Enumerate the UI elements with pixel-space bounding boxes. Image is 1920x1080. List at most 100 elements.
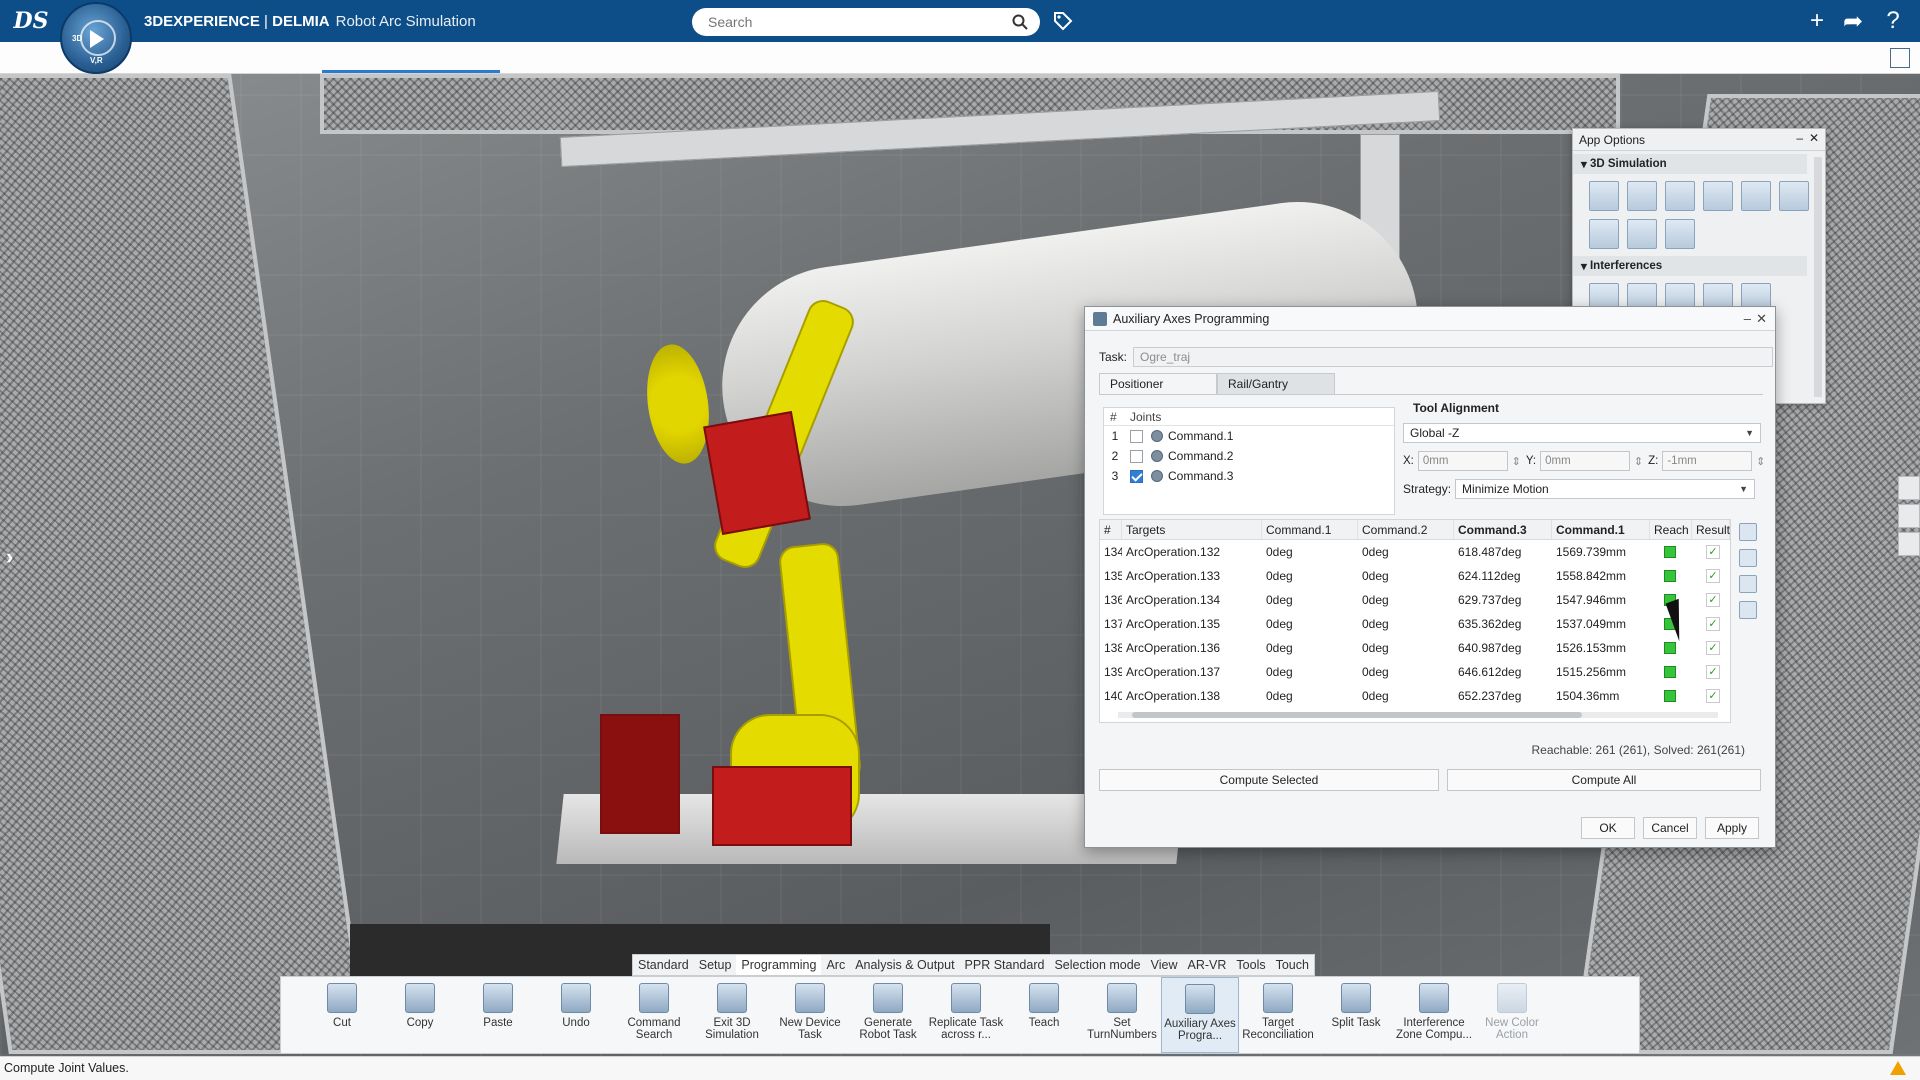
simulation-option-icon[interactable] bbox=[1665, 219, 1695, 249]
tool-auxiliary-axes-progra-button[interactable]: Auxiliary Axes Progra... bbox=[1161, 977, 1239, 1053]
simulation-option-icon[interactable] bbox=[1779, 181, 1809, 211]
tool-generate-robot-task-button[interactable]: Generate Robot Task bbox=[849, 977, 927, 1053]
search-icon[interactable] bbox=[1012, 14, 1028, 30]
simulation-option-icon[interactable] bbox=[1703, 181, 1733, 211]
simulation-option-icon[interactable] bbox=[1741, 181, 1771, 211]
y-offset-field[interactable]: 0mm bbox=[1540, 451, 1643, 471]
table-row[interactable]: 138 ArcOperation.136 0deg 0deg 640.987deg 152… bbox=[1100, 636, 1730, 660]
tool-copy-button[interactable]: Copy bbox=[381, 977, 459, 1053]
joint-checkbox[interactable] bbox=[1130, 429, 1143, 443]
action-tab-standard[interactable]: Standard bbox=[633, 955, 694, 975]
alignment-axis-select[interactable]: Global -Z bbox=[1403, 423, 1761, 443]
simulation-option-icon[interactable] bbox=[1627, 219, 1657, 249]
play-icon[interactable] bbox=[90, 30, 104, 48]
app-options-scrollbar[interactable] bbox=[1814, 157, 1822, 397]
col-num[interactable]: # bbox=[1100, 520, 1122, 539]
add-icon[interactable]: + bbox=[1804, 7, 1830, 34]
tool-undo-button[interactable]: Undo bbox=[537, 977, 615, 1053]
tool-new-color-action-button[interactable]: New Color Action bbox=[1473, 977, 1551, 1053]
strategy-select[interactable]: Minimize Motion bbox=[1455, 479, 1756, 499]
tool-split-task-button[interactable]: Split Task bbox=[1317, 977, 1395, 1053]
col-command-1-rail[interactable]: Command.1 bbox=[1552, 520, 1650, 539]
reset-icon[interactable] bbox=[1739, 601, 1757, 619]
tool-exit-3d-simulation-button[interactable]: Exit 3D Simulation bbox=[693, 977, 771, 1053]
action-tab-selection-mode[interactable]: Selection mode bbox=[1049, 955, 1145, 975]
tab-rail-gantry[interactable]: Rail/Gantry bbox=[1217, 373, 1335, 395]
table-row[interactable]: 134 ArcOperation.132 0deg 0deg 618.487deg 156… bbox=[1100, 540, 1730, 564]
compute-selected-button[interactable]: Compute Selected bbox=[1099, 769, 1439, 791]
table-row[interactable]: 136 ArcOperation.134 0deg 0deg 629.737deg 154… bbox=[1100, 588, 1730, 612]
joint-checkbox[interactable] bbox=[1130, 449, 1143, 463]
joint-row[interactable]: 2 Command.2 bbox=[1104, 446, 1394, 466]
apply-button[interactable]: Apply bbox=[1705, 817, 1759, 839]
action-tab-ar-vr[interactable]: AR-VR bbox=[1183, 955, 1232, 975]
tool-new-device-task-button[interactable]: New Device Task bbox=[771, 977, 849, 1053]
help-icon[interactable]: ? bbox=[1880, 7, 1906, 34]
robot-wire-feeder[interactable] bbox=[703, 411, 811, 535]
section-3d-simulation[interactable]: ▾ 3D Simulation bbox=[1573, 154, 1807, 174]
tab-positioner[interactable]: Positioner bbox=[1099, 373, 1217, 395]
section-interferences[interactable]: ▾ Interferences bbox=[1573, 256, 1807, 276]
simulation-option-icon[interactable] bbox=[1589, 219, 1619, 249]
table-row[interactable]: 135 ArcOperation.133 0deg 0deg 624.112deg 155… bbox=[1100, 564, 1730, 588]
side-tool-icon[interactable] bbox=[1898, 504, 1920, 528]
action-tab-touch[interactable]: Touch bbox=[1271, 955, 1314, 975]
tool-teach-button[interactable]: Teach bbox=[1005, 977, 1083, 1053]
cancel-button[interactable]: Cancel bbox=[1643, 817, 1697, 839]
search-box[interactable] bbox=[692, 8, 1040, 36]
table-settings-icon[interactable] bbox=[1739, 523, 1757, 541]
search-input[interactable] bbox=[708, 14, 998, 30]
task-field[interactable]: Ogre_traj bbox=[1133, 347, 1774, 367]
simulation-option-icon[interactable] bbox=[1665, 181, 1695, 211]
col-result[interactable]: Result bbox=[1692, 520, 1730, 539]
action-tab-arc[interactable]: Arc bbox=[821, 955, 850, 975]
minimize-icon[interactable]: – bbox=[1744, 311, 1751, 326]
col-targets[interactable]: Targets bbox=[1122, 520, 1262, 539]
table-hscrollbar[interactable] bbox=[1118, 712, 1718, 718]
col-command-3[interactable]: Command.3 bbox=[1454, 520, 1552, 539]
col-reach[interactable]: Reach bbox=[1650, 520, 1692, 539]
robot-carriage[interactable] bbox=[712, 766, 852, 846]
robot-reach-icon[interactable] bbox=[1739, 549, 1757, 567]
tool-set-turnnumbers-button[interactable]: Set TurnNumbers bbox=[1083, 977, 1161, 1053]
tool-cut-button[interactable]: Cut bbox=[303, 977, 381, 1053]
tool-command-search-button[interactable]: Command Search bbox=[615, 977, 693, 1053]
tool-paste-button[interactable]: Paste bbox=[459, 977, 537, 1053]
table-row[interactable]: 140 ArcOperation.138 0deg 0deg 652.237deg 150… bbox=[1100, 684, 1730, 708]
joint-row[interactable]: 3 Command.3 bbox=[1104, 466, 1394, 486]
simulation-option-icon[interactable] bbox=[1589, 181, 1619, 211]
joint-checkbox-checked[interactable] bbox=[1130, 469, 1143, 483]
table-row[interactable]: 137 ArcOperation.135 0deg 0deg 635.362deg 153… bbox=[1100, 612, 1730, 636]
action-tab-analysis-output[interactable]: Analysis & Output bbox=[850, 955, 959, 975]
compass-widget[interactable]: 3D V,R bbox=[60, 2, 132, 74]
fullscreen-icon[interactable] bbox=[1890, 48, 1910, 68]
table-row[interactable]: 139 ArcOperation.137 0deg 0deg 646.612deg 151… bbox=[1100, 660, 1730, 684]
welding-power-unit[interactable] bbox=[600, 714, 680, 834]
dassault-logo-icon[interactable]: DS bbox=[14, 4, 49, 38]
col-command-1[interactable]: Command.1 bbox=[1262, 520, 1358, 539]
warning-icon[interactable] bbox=[1890, 1061, 1906, 1075]
side-tool-icon[interactable] bbox=[1898, 532, 1920, 556]
filter-icon[interactable] bbox=[1739, 575, 1757, 593]
tool-target-reconciliation-button[interactable]: Target Reconciliation bbox=[1239, 977, 1317, 1053]
side-tool-icon[interactable] bbox=[1898, 476, 1920, 500]
action-tab-programming[interactable]: Programming bbox=[736, 955, 822, 975]
minimize-icon[interactable]: – bbox=[1796, 131, 1803, 145]
ok-button[interactable]: OK bbox=[1581, 817, 1635, 839]
tool-replicate-task-across-r-button[interactable]: Replicate Task across r... bbox=[927, 977, 1005, 1053]
z-offset-field[interactable]: -1mm bbox=[1662, 451, 1765, 471]
action-tab-setup[interactable]: Setup bbox=[694, 955, 737, 975]
close-icon[interactable]: ✕ bbox=[1809, 131, 1819, 145]
tool-interference-zone-compu-button[interactable]: Interference Zone Compu... bbox=[1395, 977, 1473, 1053]
compute-all-button[interactable]: Compute All bbox=[1447, 769, 1761, 791]
action-tab-view[interactable]: View bbox=[1146, 955, 1183, 975]
share-icon[interactable]: ➦ bbox=[1840, 8, 1866, 35]
close-icon[interactable]: ✕ bbox=[1756, 311, 1767, 327]
action-tab-tools[interactable]: Tools bbox=[1231, 955, 1270, 975]
expand-left-panel-icon[interactable]: › bbox=[6, 544, 13, 570]
joint-row[interactable]: 1 Command.1 bbox=[1104, 426, 1394, 446]
tag-icon[interactable] bbox=[1052, 10, 1074, 32]
simulation-option-icon[interactable] bbox=[1627, 181, 1657, 211]
dialog-titlebar[interactable]: Auxiliary Axes Programming – ✕ bbox=[1085, 307, 1775, 331]
action-tab-ppr-standard[interactable]: PPR Standard bbox=[960, 955, 1050, 975]
